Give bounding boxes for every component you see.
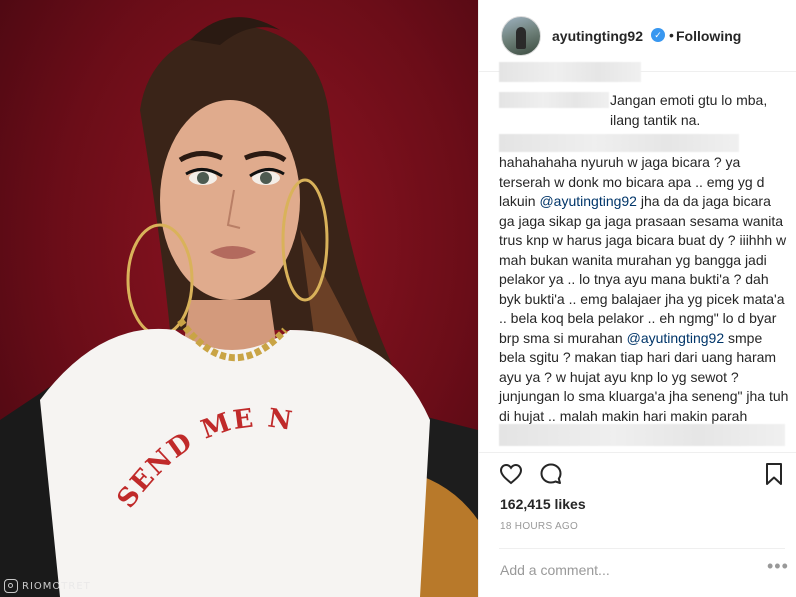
- mention-link[interactable]: @ayutingting92: [627, 330, 725, 346]
- comment-text-part: jha da da jaga bicara ga jaga sikap ga j…: [499, 193, 787, 346]
- add-comment-input[interactable]: Add a comment...: [500, 562, 610, 578]
- actions-divider: [479, 452, 796, 453]
- portrait-illustration: SEND ME NO: [0, 0, 478, 597]
- bookmark-icon[interactable]: [763, 462, 785, 486]
- more-options-button[interactable]: •••: [767, 556, 789, 577]
- blurred-caption: [499, 62, 641, 82]
- avatar[interactable]: [501, 16, 541, 56]
- heart-icon[interactable]: [499, 462, 523, 486]
- watermark-text: RIOMOTRET: [22, 580, 91, 592]
- blurred-username: [499, 134, 739, 152]
- following-button[interactable]: Following: [676, 28, 741, 44]
- blurred-username: [499, 92, 609, 108]
- blurred-comment: [499, 424, 785, 446]
- post-timestamp[interactable]: 18 HOURS AGO: [500, 521, 578, 532]
- header-separator: •: [669, 27, 674, 43]
- like-count[interactable]: 162,415 likes: [500, 496, 586, 512]
- comment-text: Jangan emoti gtu lo mba, ilang tantik na…: [610, 92, 768, 128]
- instagram-glyph-icon: [4, 579, 18, 593]
- comment-bubble-icon[interactable]: [539, 462, 563, 486]
- mention-link[interactable]: @ayutingting92: [539, 193, 637, 209]
- composer-divider: [499, 548, 785, 549]
- instagram-post: SEND ME NO RIOMOTRET ayutingting92 ✓ • F…: [0, 0, 796, 597]
- comment-text: hahahahaha nyuruh w jaga bicara ? ya ter…: [499, 153, 789, 446]
- username-link[interactable]: ayutingting92: [552, 28, 643, 44]
- photo-watermark: RIOMOTRET: [4, 579, 91, 593]
- verified-badge-icon: ✓: [651, 28, 665, 42]
- post-photo[interactable]: SEND ME NO RIOMOTRET: [0, 0, 478, 597]
- post-side-panel: ayutingting92 ✓ • Following Jangan emoti…: [478, 0, 796, 597]
